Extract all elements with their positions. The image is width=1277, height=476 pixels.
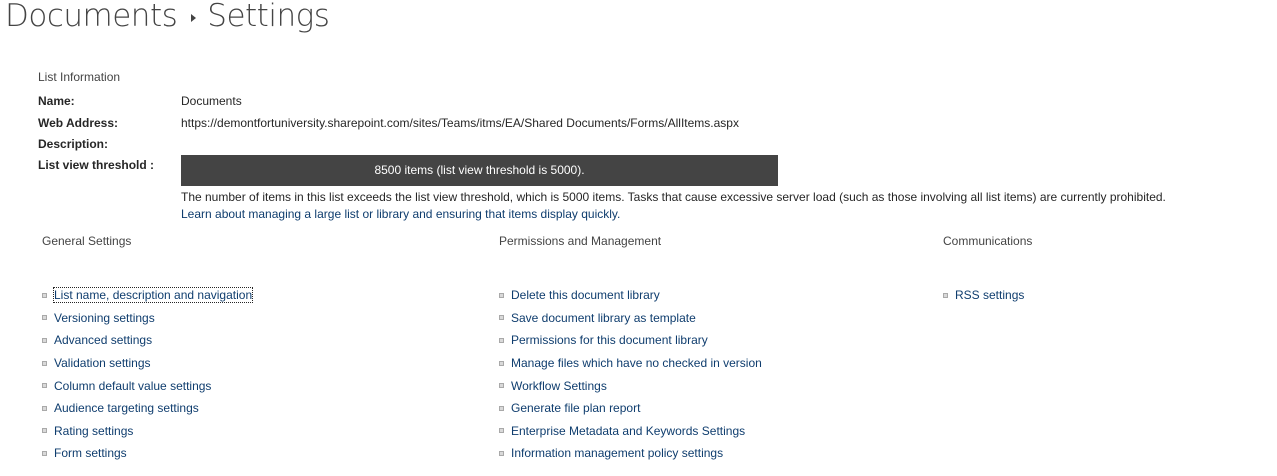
communications-heading: Communications [943, 234, 1033, 248]
versioning-settings-link[interactable]: Versioning settings [54, 311, 155, 325]
delete-library-link[interactable]: Delete this document library [511, 288, 660, 302]
bullet-icon [42, 405, 47, 411]
list-item: List name, description and navigation [42, 284, 254, 307]
rss-settings-link[interactable]: RSS settings [955, 288, 1024, 302]
list-item: Audience targeting settings [42, 397, 252, 420]
permissions-list: Delete this document library Save docume… [499, 284, 762, 465]
threshold-note: The number of items in this list exceeds… [181, 190, 1166, 204]
bullet-icon [499, 405, 504, 411]
breadcrumb-separator-icon [191, 14, 197, 22]
general-settings-list: List name, description and navigation Ve… [42, 284, 254, 465]
name-label: Name: [38, 94, 75, 108]
list-information-heading: List Information [38, 70, 121, 84]
threshold-label: List view threshold : [38, 158, 155, 172]
manage-unchecked-files-link[interactable]: Manage files which have no checked in ve… [511, 356, 762, 370]
list-item: Advanced settings [42, 329, 252, 352]
list-item: Workflow Settings [499, 374, 762, 397]
list-item: Manage files which have no checked in ve… [499, 352, 762, 375]
bullet-icon [42, 315, 47, 321]
description-label: Description: [38, 137, 109, 151]
list-item: Delete this document library [499, 284, 762, 307]
bullet-icon [499, 292, 504, 298]
bullet-icon [499, 337, 504, 343]
bullet-icon [42, 337, 47, 343]
web-address-label: Web Address: [38, 116, 119, 130]
file-plan-report-link[interactable]: Generate file plan report [511, 401, 640, 415]
list-name-description-navigation-link[interactable]: List name, description and navigation [52, 287, 254, 304]
list-item: Save document library as template [499, 307, 762, 330]
general-settings-heading: General Settings [42, 234, 132, 248]
list-item: Permissions for this document library [499, 329, 762, 352]
list-item: Form settings [42, 442, 252, 465]
breadcrumb-current: Settings [207, 0, 330, 34]
form-settings-link[interactable]: Form settings [54, 446, 127, 460]
bullet-icon [42, 292, 47, 298]
breadcrumb-parent[interactable]: Documents [5, 0, 178, 34]
web-address-value: https://demontfortuniversity.sharepoint.… [181, 116, 739, 130]
save-as-template-link[interactable]: Save document library as template [511, 311, 696, 325]
list-item: Information management policy settings [499, 442, 762, 465]
advanced-settings-link[interactable]: Advanced settings [54, 333, 152, 347]
learn-more-link[interactable]: Learn about managing a large list or lib… [181, 207, 620, 221]
list-item: Generate file plan report [499, 397, 762, 420]
bullet-icon [499, 428, 504, 434]
library-permissions-link[interactable]: Permissions for this document library [511, 333, 708, 347]
threshold-status-bar: 8500 items (list view threshold is 5000)… [181, 155, 778, 186]
bullet-icon [42, 360, 47, 366]
list-item: Versioning settings [42, 307, 252, 330]
list-item: Enterprise Metadata and Keywords Setting… [499, 420, 762, 443]
permissions-heading: Permissions and Management [499, 234, 662, 248]
validation-settings-link[interactable]: Validation settings [54, 356, 151, 370]
bullet-icon [42, 450, 47, 456]
list-item: RSS settings [943, 284, 1024, 307]
workflow-settings-link[interactable]: Workflow Settings [511, 379, 607, 393]
bullet-icon [499, 315, 504, 321]
metadata-keywords-settings-link[interactable]: Enterprise Metadata and Keywords Setting… [511, 424, 745, 438]
bullet-icon [499, 450, 504, 456]
rating-settings-link[interactable]: Rating settings [54, 424, 133, 438]
communications-list: RSS settings [943, 284, 1024, 307]
list-item: Rating settings [42, 420, 252, 443]
bullet-icon [42, 428, 47, 434]
bullet-icon [499, 360, 504, 366]
list-item: Column default value settings [42, 374, 252, 397]
page-title: Documents Settings [5, 0, 330, 34]
column-default-value-settings-link[interactable]: Column default value settings [54, 379, 211, 393]
bullet-icon [943, 292, 948, 298]
bullet-icon [499, 383, 504, 389]
audience-targeting-settings-link[interactable]: Audience targeting settings [54, 401, 199, 415]
list-item: Validation settings [42, 352, 252, 375]
name-value: Documents [181, 94, 242, 108]
info-management-policy-link[interactable]: Information management policy settings [511, 446, 723, 460]
settings-page: Documents Settings List Information Name… [0, 0, 1277, 476]
bullet-icon [42, 383, 47, 389]
